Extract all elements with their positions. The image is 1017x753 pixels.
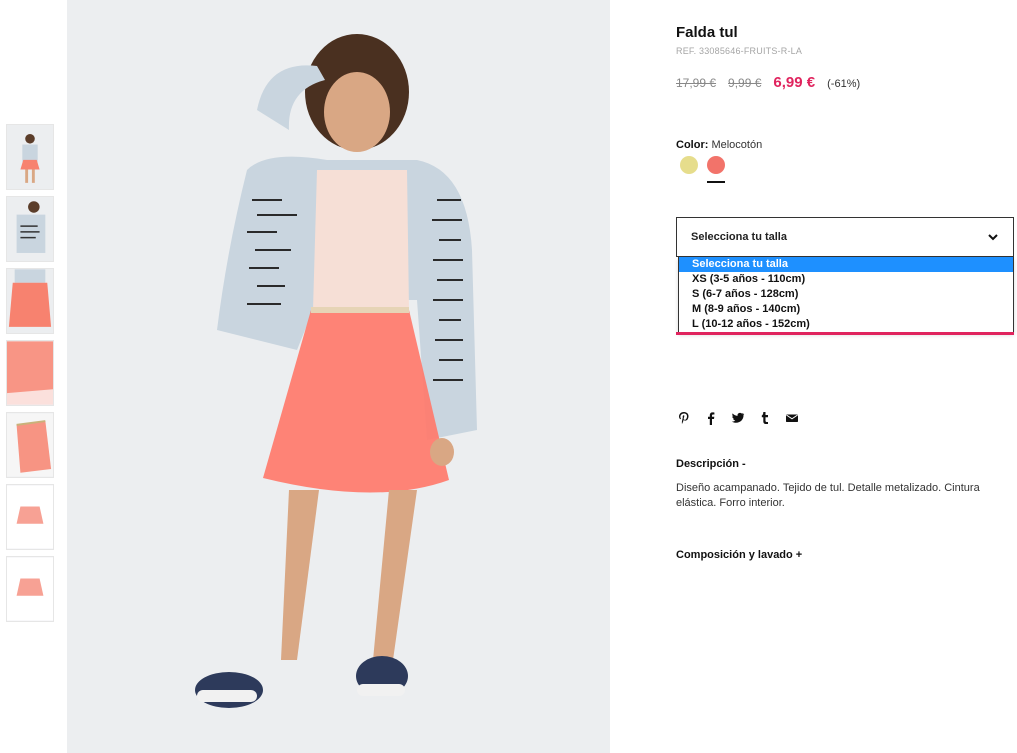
- current-price: 6,99 €: [773, 74, 816, 91]
- color-label: Color:: [676, 139, 709, 151]
- thumbnail-1[interactable]: [6, 124, 54, 190]
- discount-badge: (-61%): [827, 78, 861, 90]
- twitter-icon[interactable]: [730, 410, 746, 426]
- color-swatches: [680, 156, 734, 183]
- swatch-amarillo[interactable]: [680, 156, 698, 174]
- thumbnail-6[interactable]: [6, 484, 54, 550]
- size-select[interactable]: Selecciona tu talla: [676, 217, 1014, 257]
- thumbnail-2[interactable]: [6, 196, 54, 262]
- size-option-s[interactable]: S (6-7 años - 128cm): [679, 287, 1013, 302]
- facebook-icon[interactable]: [703, 410, 719, 426]
- size-option-placeholder[interactable]: Selecciona tu talla: [679, 257, 1013, 272]
- size-select-label: Selecciona tu talla: [691, 231, 787, 243]
- swatch-melocoton[interactable]: [707, 156, 725, 183]
- original-price: 17,99 €: [676, 76, 717, 90]
- thumbnail-4[interactable]: [6, 340, 54, 406]
- product-reference: REF. 33085646-FRUITS-R-LA: [676, 46, 803, 56]
- description-text: Diseño acampanado. Tejido de tul. Detall…: [676, 482, 980, 509]
- thumbnail-3[interactable]: [6, 268, 54, 334]
- description-heading[interactable]: Descripción -: [676, 458, 746, 470]
- product-main-image[interactable]: [67, 0, 610, 753]
- product-title: Falda tul: [676, 24, 738, 41]
- price-block: 17,99 € 9,99 € 6,99 € (-61%): [676, 74, 860, 91]
- chevron-down-icon: [988, 234, 998, 241]
- previous-price: 9,99 €: [728, 76, 762, 90]
- pinterest-icon[interactable]: [676, 410, 692, 426]
- share-icons: [676, 410, 811, 426]
- size-option-m[interactable]: M (8-9 años - 140cm): [679, 302, 1013, 317]
- size-option-l[interactable]: L (10-12 años - 152cm): [679, 317, 1013, 332]
- email-icon[interactable]: [784, 410, 800, 426]
- add-to-cart-bar-edge: [676, 332, 1014, 335]
- thumbnail-gallery: [6, 124, 54, 628]
- size-dropdown-list: Selecciona tu talla XS (3-5 años - 110cm…: [678, 257, 1014, 333]
- thumbnail-7[interactable]: [6, 556, 54, 622]
- color-value: Melocotón: [711, 139, 763, 151]
- composition-heading[interactable]: Composición y lavado +: [676, 549, 802, 561]
- size-option-xs[interactable]: XS (3-5 años - 110cm): [679, 272, 1013, 287]
- thumbnail-5[interactable]: [6, 412, 54, 478]
- tumblr-icon[interactable]: [757, 410, 773, 426]
- product-info-panel: Falda tul REF. 33085646-FRUITS-R-LA 17,9…: [676, 0, 1014, 753]
- color-label-row: Color: Melocotón: [676, 139, 762, 151]
